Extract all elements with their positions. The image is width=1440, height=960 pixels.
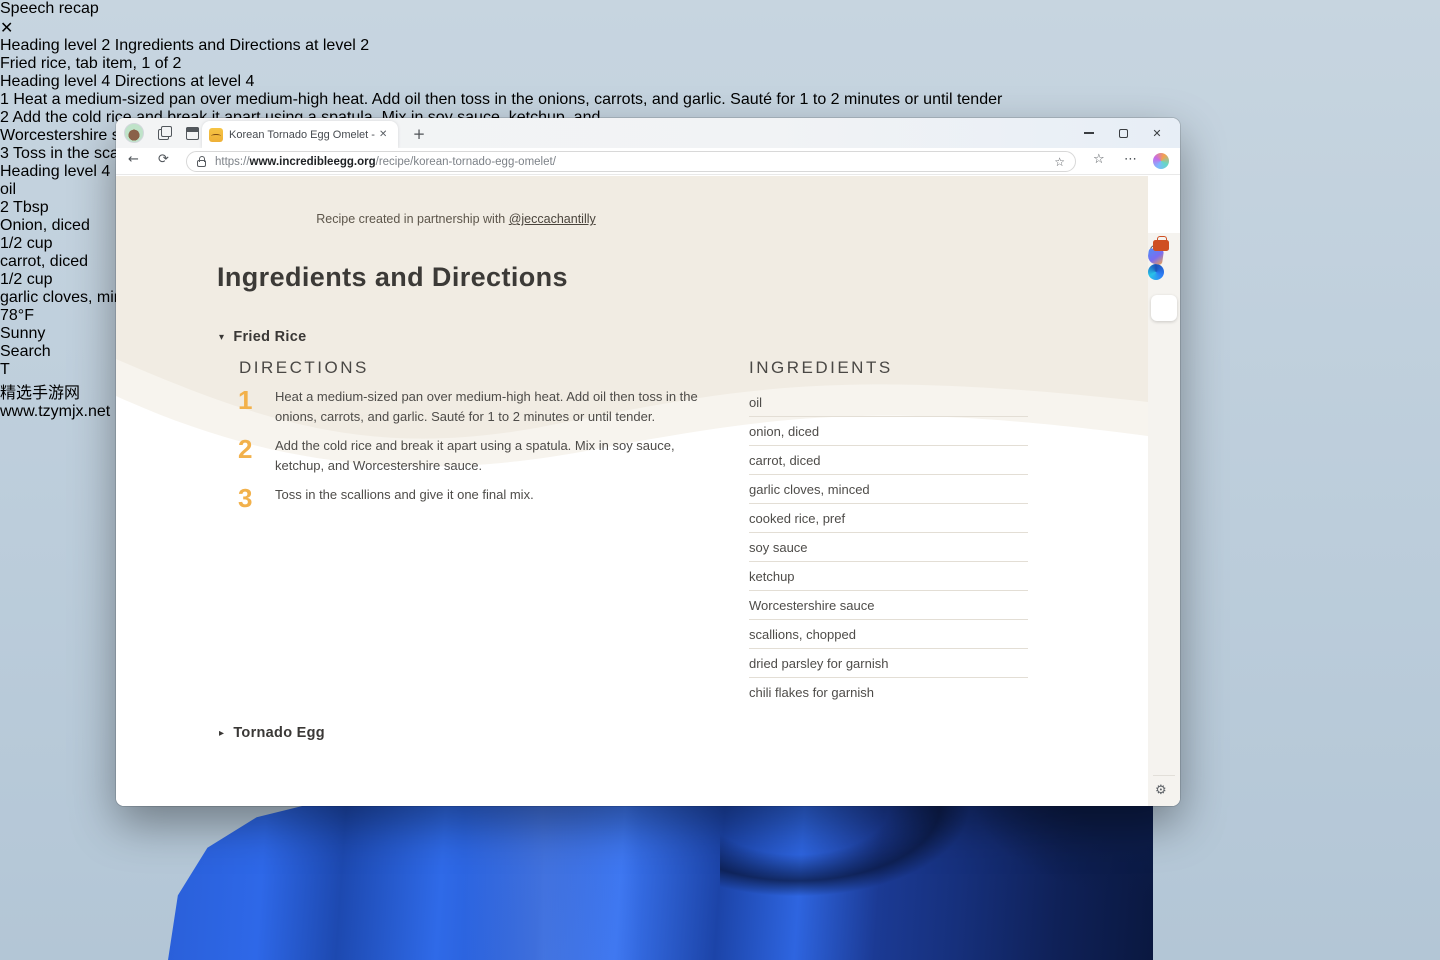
ingredient-item: garlic cloves, minced (749, 475, 1028, 504)
favorites-icon[interactable]: ☆ (1093, 152, 1105, 167)
page-content: Recipe created in partnership with @jecc… (116, 176, 1180, 806)
wallpaper-fold (936, 790, 1153, 960)
fried-rice-label: Fried Rice (233, 329, 307, 345)
transcript-line: 1 Heat a medium-sized pan over medium-hi… (0, 91, 1003, 108)
close-button[interactable]: ✕ (0, 18, 1440, 37)
ingredient-item: ketchup (749, 562, 1028, 591)
wallpaper-fold (463, 790, 641, 960)
step-text: Toss in the scallions and give it one fi… (275, 487, 534, 502)
url-text[interactable]: https://www.incredibleegg.org/recipe/kor… (215, 156, 556, 168)
transcript-line: Heading level 4 Directions at level 4 (0, 73, 255, 90)
ingredient-item: carrot, diced (749, 446, 1028, 475)
ingredients-list: oil onion, diced carrot, diced garlic cl… (749, 388, 1028, 707)
copilot-icon[interactable] (1153, 153, 1169, 169)
browser-window: Korean Tornado Egg Omelet - A ✕ + ✕ ← ⟳ … (116, 118, 1180, 806)
site-favicon-icon (209, 127, 223, 142)
url-path: /recipe/korean-tornado-egg-omelet/ (375, 155, 556, 168)
step-number: 2 (238, 434, 253, 464)
lock-icon[interactable] (197, 156, 206, 167)
edge-sidebar: ⚙ (1147, 233, 1180, 806)
ingredient-item: scallions, chopped (749, 620, 1028, 649)
step-text: Add the cold rice and break it apart usi… (275, 438, 675, 473)
back-icon[interactable]: ← (128, 152, 139, 167)
workspaces-icon[interactable] (184, 125, 200, 141)
sidebar-divider (1153, 775, 1175, 776)
minimize-button[interactable] (1072, 118, 1106, 148)
tab-title: Korean Tornado Egg Omelet - A (229, 128, 377, 141)
browser-tab[interactable]: Korean Tornado Egg Omelet - A ✕ (202, 121, 398, 148)
partner-link[interactable]: @jeccachantilly (509, 212, 596, 226)
ingredients-heading: INGREDIENTS (749, 358, 893, 377)
speech-recap-titlebar[interactable]: Speech recap ✕ (0, 0, 1440, 37)
step-number: 3 (238, 483, 253, 513)
tornado-egg-label: Tornado Egg (233, 725, 325, 741)
sidebar-m365-icon[interactable] (1148, 264, 1180, 280)
ingredient-item: dried parsley for garnish (749, 649, 1028, 678)
more-menu-icon[interactable]: ⋯ (1124, 152, 1137, 167)
desktop: Korean Tornado Egg Omelet - A ✕ + ✕ ← ⟳ … (0, 0, 1440, 960)
new-tab-button[interactable]: + (410, 125, 428, 143)
address-bar[interactable]: https://www.incredibleegg.org/recipe/kor… (186, 151, 1076, 172)
partner-text: Recipe created in partnership with (316, 212, 509, 226)
page-title: Ingredients and Directions (217, 262, 568, 292)
sidebar-settings-gear-icon[interactable]: ⚙ (1155, 783, 1167, 798)
spoken-word-highlight: garlic (0, 289, 39, 306)
tab-close-icon[interactable]: ✕ (379, 129, 387, 140)
url-domain: www.incredibleegg.org (249, 155, 376, 168)
step-text: Heat a medium-sized pan over medium-high… (275, 389, 698, 424)
transcript-line: Fried rice, tab item, 1 of 2 (0, 55, 182, 72)
tab-strip: Korean Tornado Egg Omelet - A ✕ + ✕ (116, 118, 1180, 148)
speech-recap-title: Speech recap (0, 0, 99, 17)
step-number: 1 (238, 385, 253, 415)
fried-rice-accordion[interactable]: ▾ Fried Rice (219, 329, 306, 345)
transcript-line: Heading level 2 Ingredients and Directio… (0, 37, 370, 54)
tab-actions-icon[interactable] (156, 125, 172, 141)
ingredient-item: onion, diced (749, 417, 1028, 446)
url-scheme: https:// (215, 155, 250, 168)
chevron-right-icon: ▸ (219, 727, 225, 739)
tornado-egg-accordion[interactable]: ▸ Tornado Egg (219, 725, 325, 741)
ingredient-item: soy sauce (749, 533, 1028, 562)
partner-note: Recipe created in partnership with @jecc… (116, 212, 796, 226)
profile-avatar[interactable] (124, 123, 144, 143)
sidebar-tools-active-bg (1151, 295, 1177, 321)
refresh-icon[interactable]: ⟳ (158, 152, 169, 167)
chevron-down-icon: ▾ (219, 331, 225, 343)
direction-step: 2 Add the cold rice and break it apart u… (238, 436, 718, 475)
ingredient-item: chili flakes for garnish (749, 685, 874, 700)
maximize-button[interactable] (1106, 118, 1140, 148)
close-button[interactable]: ✕ (1140, 118, 1174, 148)
sidebar-shopping-icon[interactable] (1147, 248, 1180, 265)
wallpaper-bloom (168, 790, 1153, 960)
ingredient-item: oil (749, 388, 1028, 417)
browser-toolbar: ← ⟳ https://www.incredibleegg.org/recipe… (116, 148, 1180, 175)
favorite-this-page-icon[interactable]: ☆ (1054, 155, 1065, 169)
ingredient-item: cooked rice, pref (749, 504, 1028, 533)
ingredient-item: Worcestershire sauce (749, 591, 1028, 620)
speech-window-controls: ✕ (0, 18, 1440, 37)
direction-step: 3 Toss in the scallions and give it one … (238, 485, 718, 511)
direction-step: 1 Heat a medium-sized pan over medium-hi… (238, 387, 718, 426)
window-controls: ✕ (1072, 118, 1174, 148)
directions-heading: DIRECTIONS (239, 358, 369, 377)
watermark-url: www.tzymjx.net (0, 403, 111, 420)
